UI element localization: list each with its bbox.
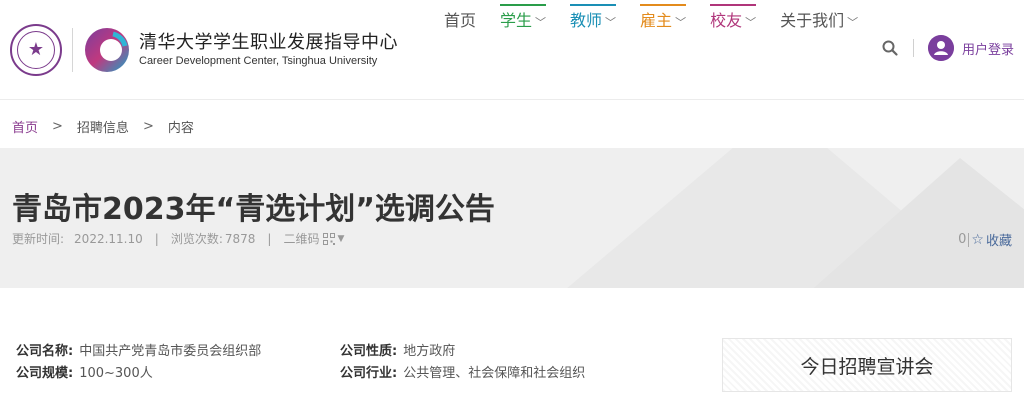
article-header-band: 青岛市2023年“青选计划”选调公告 更新时间: 2022.11.10 | 浏览…: [0, 148, 1024, 288]
company-type-label: 公司性质:: [340, 344, 398, 359]
tsinghua-seal-icon: ★: [10, 24, 62, 76]
meta-separator: |: [267, 231, 272, 246]
logo[interactable]: ★ 清华大学学生职业发展指导中心 Career Development Cent…: [10, 22, 398, 78]
company-info-right: 公司性质: 地方政府 公司行业: 公共管理、社会保障和社会组织: [340, 341, 660, 385]
site-header: ★ 清华大学学生职业发展指导中心 Career Development Cent…: [0, 0, 1024, 100]
qr-label: 二维码: [283, 232, 320, 246]
chevron-down-icon: ﹀: [847, 16, 859, 29]
favorite-divider: [968, 232, 970, 247]
company-name-row: 公司名称: 中国共产党青岛市委员会组织部: [16, 341, 336, 363]
company-industry-value: 公共管理、社会保障和社会组织: [403, 366, 586, 381]
updated-label: 更新时间:: [12, 232, 65, 246]
qr-code-icon: [323, 232, 336, 245]
breadcrumb: 首页 > 招聘信息 > 内容: [12, 116, 194, 136]
logo-divider: [72, 28, 73, 72]
chevron-down-icon: ﹀: [675, 16, 687, 29]
user-avatar-icon[interactable]: [927, 35, 954, 61]
search-icon[interactable]: [881, 39, 899, 57]
views-label: 浏览次数:: [170, 232, 223, 246]
nav-alumni-accent: [710, 4, 757, 6]
header-tools: 用户登录: [881, 34, 1014, 62]
company-size-value: 100~300人: [79, 366, 153, 381]
nav-alumni[interactable]: 校友 ﹀: [698, 0, 768, 44]
user-login-link[interactable]: 用户登录: [962, 39, 1014, 58]
breadcrumb-home[interactable]: 首页: [12, 117, 38, 136]
nav-home-label: 首页: [444, 11, 477, 30]
caret-down-icon: ▼: [337, 233, 345, 244]
brand-name-cn: 清华大学学生职业发展指导中心: [139, 32, 398, 53]
career-center-logo-icon: [85, 28, 129, 72]
company-industry-label: 公司行业:: [340, 366, 398, 381]
nav-about-label: 关于我们: [780, 11, 845, 30]
page-title: 青岛市2023年“青选计划”选调公告: [12, 192, 495, 227]
main-nav: 首页 学生 ﹀ 教师 ﹀ 雇主 ﹀ 校友 ﹀ 关于我们 ﹀: [432, 0, 870, 44]
nav-employers-accent: [640, 4, 687, 6]
star-icon[interactable]: ☆: [971, 232, 984, 248]
updated-value: 2022.11.10: [74, 231, 143, 246]
chevron-down-icon: ﹀: [605, 16, 617, 29]
nav-students-accent: [500, 4, 547, 6]
company-type-value: 地方政府: [403, 344, 456, 359]
article-meta: 更新时间: 2022.11.10 | 浏览次数: 7878 | 二维码 ▼: [12, 230, 344, 247]
nav-alumni-label: 校友: [710, 11, 743, 30]
breadcrumb-separator: >: [52, 118, 63, 134]
company-size-row: 公司规模: 100~300人: [16, 363, 336, 385]
company-size-label: 公司规模:: [16, 366, 74, 381]
nav-teachers-accent: [570, 4, 617, 6]
chevron-down-icon: ﹀: [745, 16, 757, 29]
qr-code-toggle[interactable]: 二维码 ▼: [283, 230, 344, 247]
tools-divider: [912, 39, 914, 57]
brand-name-en: Career Development Center, Tsinghua Univ…: [139, 55, 378, 67]
company-name-label: 公司名称:: [16, 344, 74, 359]
nav-home[interactable]: 首页: [432, 0, 488, 44]
company-name-value: 中国共产党青岛市委员会组织部: [79, 344, 262, 359]
company-type-row: 公司性质: 地方政府: [340, 341, 660, 363]
nav-employers[interactable]: 雇主 ﹀: [628, 0, 698, 44]
today-recruitment-talks-header[interactable]: 今日招聘宣讲会: [722, 338, 1012, 392]
breadcrumb-current: 内容: [167, 120, 194, 136]
favorite-count: 0: [958, 232, 967, 247]
nav-students-label: 学生: [500, 11, 533, 30]
nav-employers-label: 雇主: [640, 11, 673, 30]
meta-separator: |: [154, 231, 159, 246]
chevron-down-icon: ﹀: [535, 16, 547, 29]
nav-teachers-label: 教师: [570, 11, 603, 30]
nav-students[interactable]: 学生 ﹀: [488, 0, 558, 44]
favorite-control: 0 ☆ 收藏: [958, 230, 1012, 250]
breadcrumb-separator: >: [142, 118, 154, 134]
views-value: 7878: [224, 231, 256, 246]
favorite-button[interactable]: 收藏: [986, 230, 1012, 249]
company-industry-row: 公司行业: 公共管理、社会保障和社会组织: [340, 363, 660, 385]
nav-about[interactable]: 关于我们 ﹀: [768, 0, 870, 44]
breadcrumb-section[interactable]: 招聘信息: [77, 117, 129, 136]
company-info-left: 公司名称: 中国共产党青岛市委员会组织部 公司规模: 100~300人: [16, 341, 336, 385]
nav-teachers[interactable]: 教师 ﹀: [558, 0, 628, 44]
